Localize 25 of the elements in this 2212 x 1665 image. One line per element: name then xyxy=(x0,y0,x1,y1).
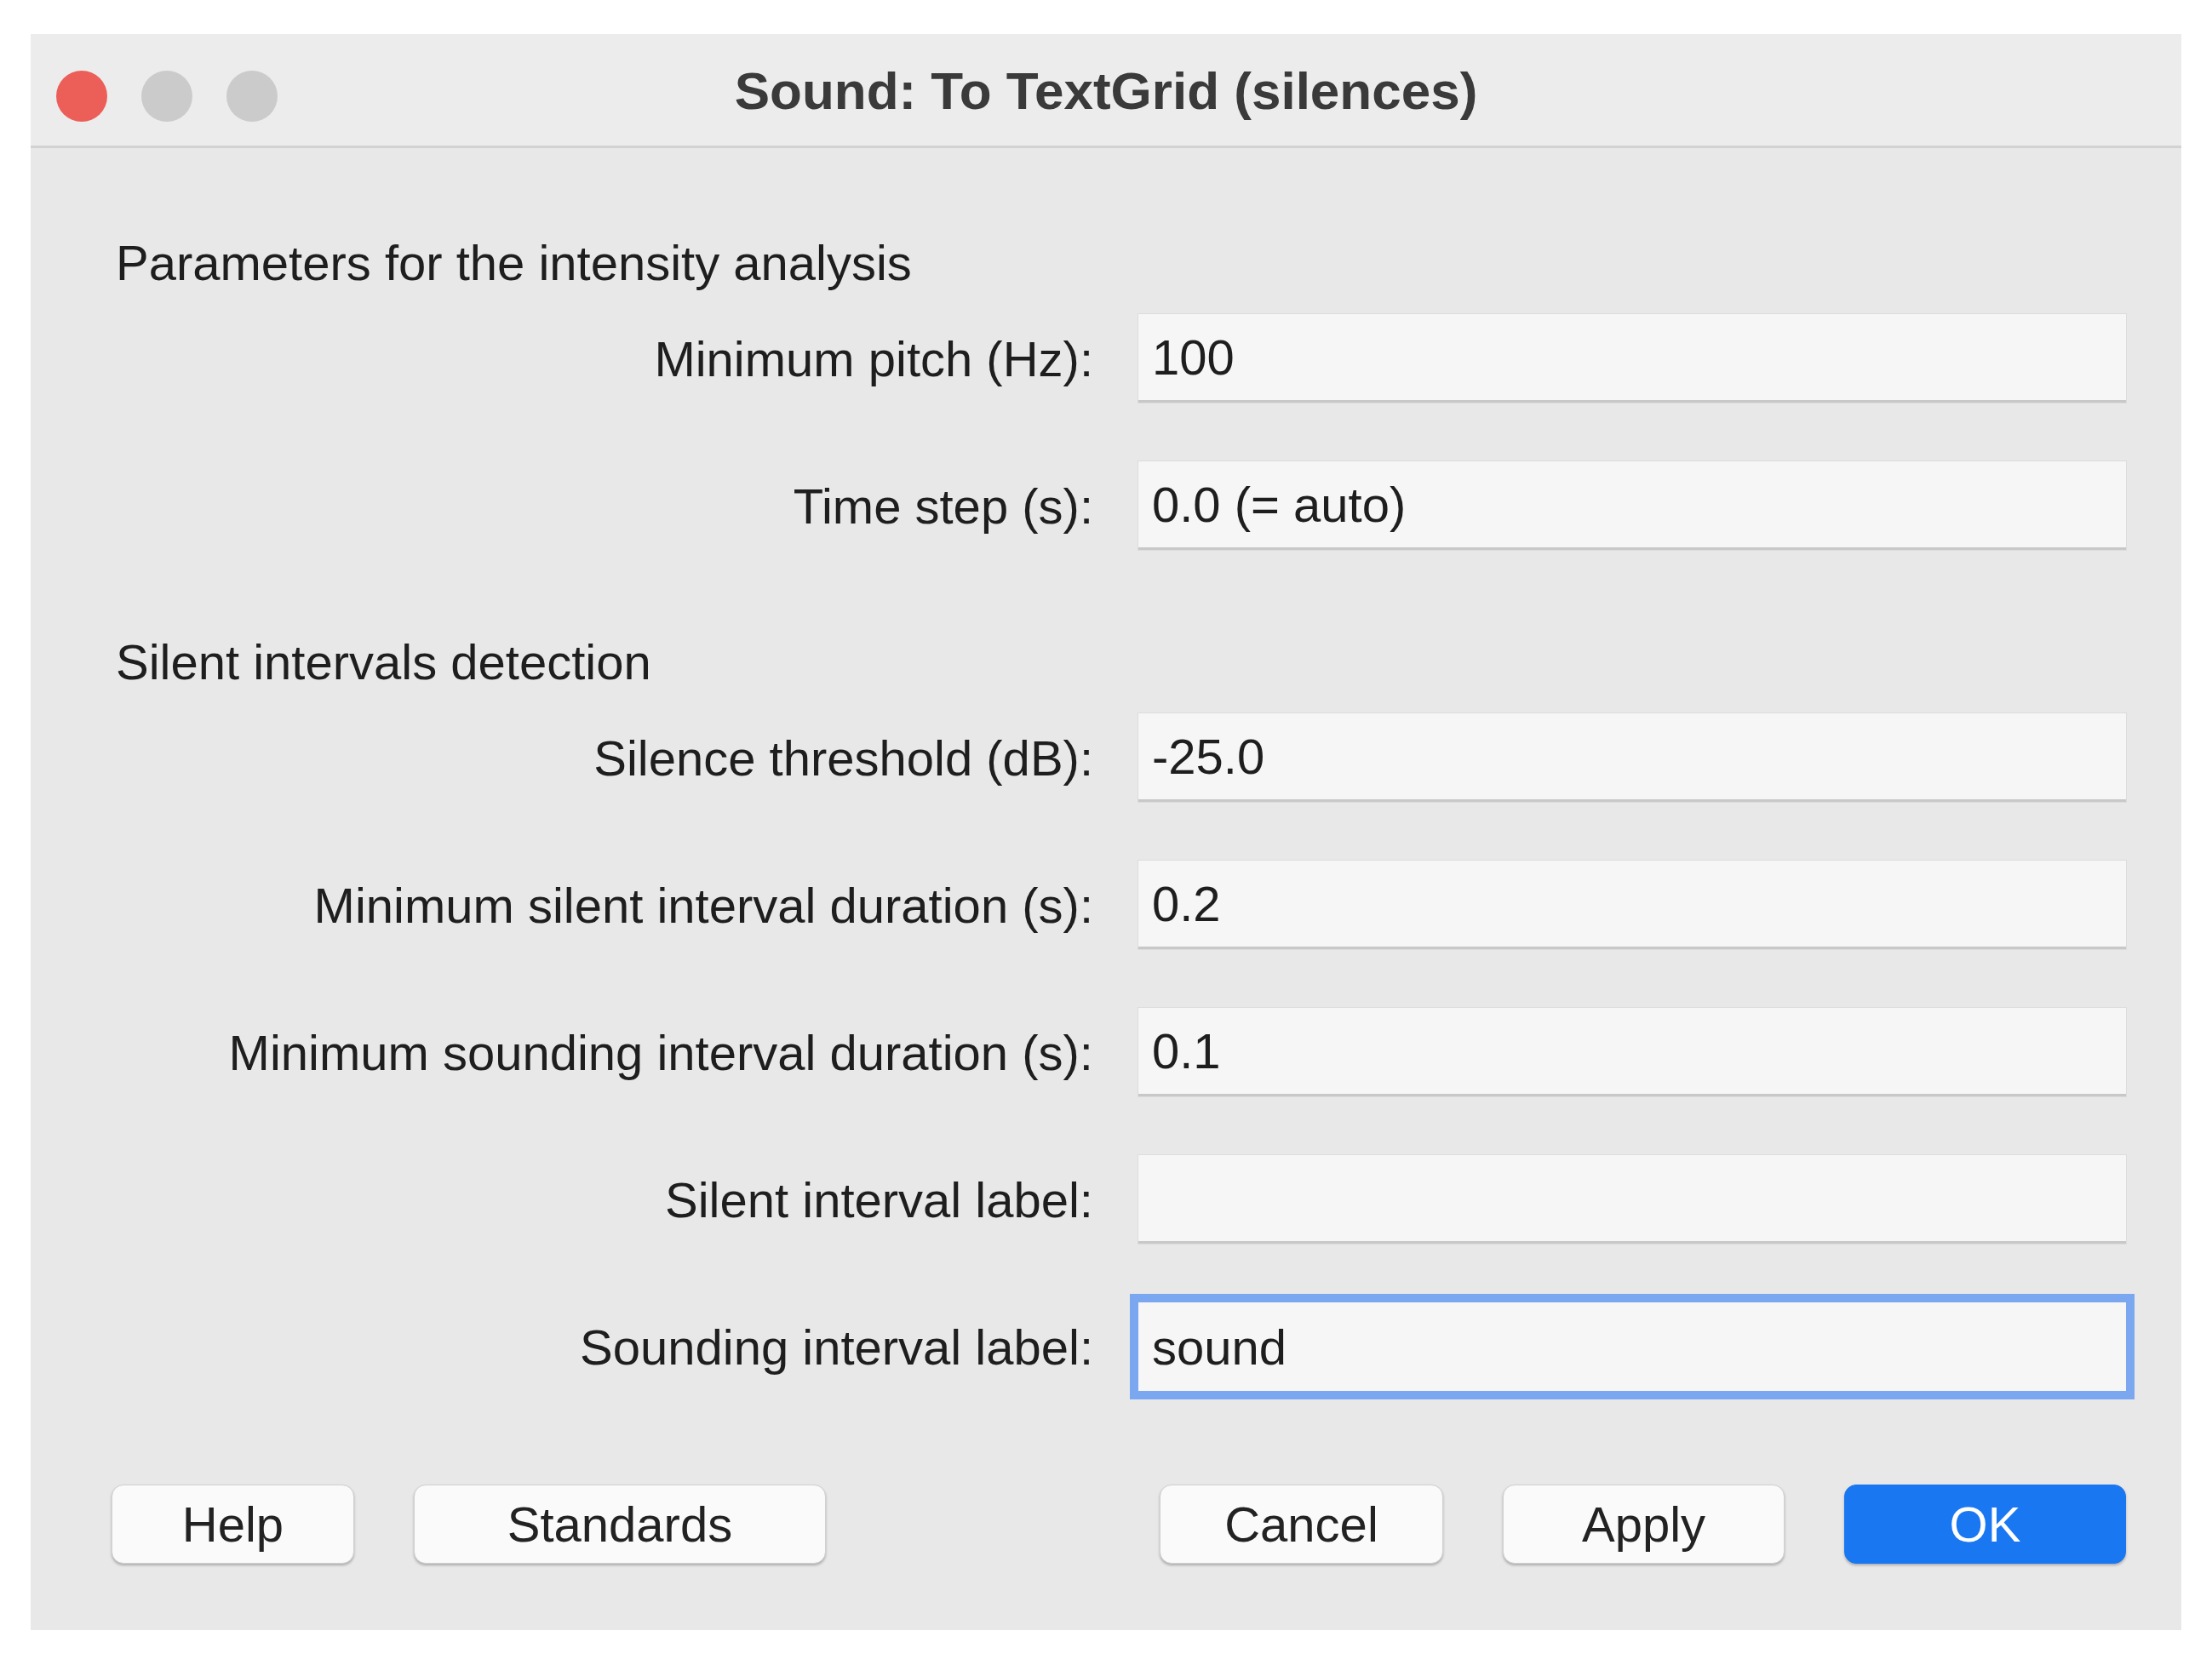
input-field[interactable]: 100 xyxy=(1138,314,2126,403)
dialog-button[interactable]: Standards xyxy=(414,1485,826,1564)
input-field[interactable]: 0.1 xyxy=(1138,1008,2126,1096)
dialog-button[interactable]: Help xyxy=(112,1485,354,1564)
input-field[interactable]: -25.0 xyxy=(1138,713,2126,802)
field-label: Minimum pitch (Hz): xyxy=(653,329,1093,388)
field-label: Silence threshold (dB): xyxy=(593,729,1093,787)
input-field[interactable]: 0.2 xyxy=(1138,861,2126,949)
field-label: Silent interval label: xyxy=(664,1170,1093,1229)
input-field[interactable]: sound xyxy=(1138,1302,2126,1391)
close-button[interactable] xyxy=(56,71,107,122)
window-title: Sound: To TextGrid (silences) xyxy=(734,60,1478,122)
zoom-button[interactable] xyxy=(226,71,278,122)
field-label: Minimum silent interval duration (s): xyxy=(312,876,1093,935)
section-heading: Silent intervals detection xyxy=(115,633,652,691)
field-label: Sounding interval label: xyxy=(579,1318,1093,1376)
field-label: Minimum sounding interval duration (s): xyxy=(227,1023,1093,1082)
input-field[interactable]: 0.0 (= auto) xyxy=(1138,461,2126,550)
dialog-button[interactable]: Apply xyxy=(1503,1485,1785,1564)
field-label: Time step (s): xyxy=(792,477,1093,535)
input-field[interactable] xyxy=(1138,1155,2126,1244)
dialog-button[interactable]: Cancel xyxy=(1160,1485,1443,1564)
minimize-button[interactable] xyxy=(141,71,192,122)
section-heading: Parameters for the intensity analysis xyxy=(115,234,913,292)
ok-button[interactable]: OK xyxy=(1844,1485,2126,1564)
